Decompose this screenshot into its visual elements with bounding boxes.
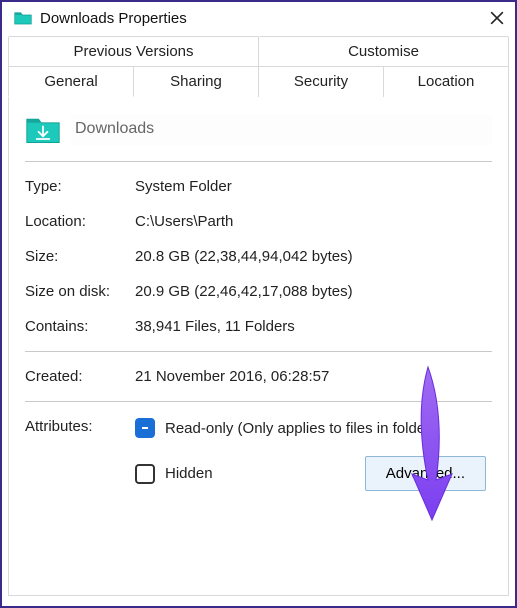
tab-previous-versions[interactable]: Previous Versions [8, 36, 259, 66]
label-attributes: Attributes: [25, 418, 135, 435]
tab-general[interactable]: General [8, 67, 134, 97]
general-panel: Type: System Folder Location: C:\Users\P… [8, 96, 509, 596]
value-size: 20.8 GB (22,38,44,94,042 bytes) [135, 248, 492, 265]
checkbox-readonly[interactable] [135, 418, 155, 438]
window-title: Downloads Properties [40, 10, 485, 27]
folder-icon-small [14, 9, 32, 27]
tab-customise[interactable]: Customise [259, 36, 509, 66]
label-location: Location: [25, 213, 135, 230]
label-size-on-disk: Size on disk: [25, 283, 135, 300]
title-bar: Downloads Properties [2, 2, 515, 32]
value-contains: 38,941 Files, 11 Folders [135, 318, 492, 335]
label-type: Type: [25, 178, 135, 195]
label-contains: Contains: [25, 318, 135, 335]
tabs: Previous Versions Customise General Shar… [2, 32, 515, 596]
folder-name-input[interactable] [71, 114, 492, 145]
tab-security[interactable]: Security [259, 67, 384, 97]
label-hidden: Hidden [165, 465, 213, 482]
label-size: Size: [25, 248, 135, 265]
tab-sharing[interactable]: Sharing [134, 67, 259, 97]
value-location: C:\Users\Parth [135, 213, 492, 230]
value-type: System Folder [135, 178, 492, 195]
value-created: 21 November 2016, 06:28:57 [135, 368, 492, 385]
label-readonly: Read-only (Only applies to files in fold… [165, 420, 435, 437]
tab-location[interactable]: Location [384, 67, 509, 97]
downloads-folder-icon [25, 115, 61, 145]
advanced-button[interactable]: Advanced... [365, 456, 486, 491]
label-created: Created: [25, 368, 135, 385]
value-size-on-disk: 20.9 GB (22,46,42,17,088 bytes) [135, 283, 492, 300]
close-icon[interactable] [485, 6, 509, 30]
checkbox-hidden[interactable] [135, 464, 155, 484]
